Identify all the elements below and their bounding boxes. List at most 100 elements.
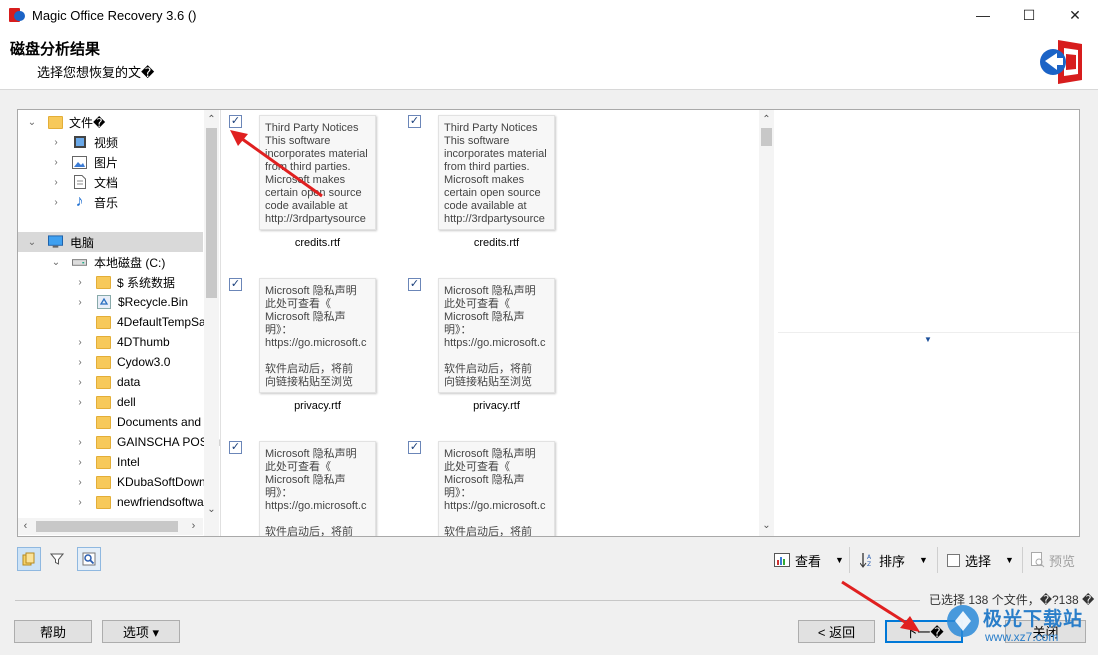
options-button[interactable]: 选项 ▾ [102, 620, 180, 643]
preview-text-line: Microsoft 隐私声明 [265, 448, 357, 460]
tree-item[interactable]: › dell [18, 392, 203, 412]
sort-menu-button[interactable]: AZ 排序 ▼ [860, 547, 928, 573]
preview-button[interactable]: 预览 [1031, 547, 1075, 573]
tree-item[interactable]: › KDubaSoftDownlo [18, 472, 215, 492]
tree-item[interactable]: › GAINSCHA POS Pr [18, 432, 220, 452]
preview-text-line: Microsoft 隐私声 [444, 474, 525, 486]
tree-item[interactable]: › $Recycle.Bin [18, 292, 203, 312]
search-icon [82, 552, 96, 566]
help-button[interactable]: 帮助 [14, 620, 92, 643]
tree-item[interactable]: › 4DThumb [18, 332, 203, 352]
chevron-down-icon[interactable]: ⌄ [26, 117, 38, 128]
file-card[interactable]: ✓ Microsoft 隐私声明 此处可查看《 Microsoft 隐私声 明》： htt… [229, 441, 409, 536]
chevron-right-icon[interactable]: › [74, 377, 86, 388]
chevron-right-icon[interactable]: › [50, 157, 62, 168]
chevron-right-icon[interactable]: › [50, 197, 62, 208]
drive-icon [72, 255, 87, 270]
minimize-button[interactable]: — [960, 0, 1006, 30]
file-thumbnail[interactable]: Microsoft 隐私声明 此处可查看《 Microsoft 隐私声 明》： http… [259, 441, 376, 536]
file-thumbnail[interactable]: Third Party Notices This software incorpor… [438, 115, 555, 230]
chevron-down-icon[interactable]: ⌄ [50, 257, 62, 268]
chevron-right-icon[interactable]: › [74, 437, 86, 448]
chevron-right-icon[interactable]: › [74, 497, 86, 508]
scroll-down-icon[interactable]: ⌄ [204, 502, 219, 517]
app-icon [9, 7, 25, 23]
chevron-right-icon[interactable]: › [74, 297, 86, 308]
file-checkbox[interactable]: ✓ [229, 441, 242, 454]
file-thumbnail[interactable]: Microsoft 隐私声明 此处可查看《 Microsoft 隐私声 明》： http… [259, 278, 376, 393]
tree-item[interactable]: ⌄ 文件� [18, 112, 203, 132]
scroll-right-icon[interactable]: › [186, 518, 201, 535]
file-thumbnail-grid: ✓ Third Party Notices This software incorpo… [222, 110, 759, 536]
scroll-thumb[interactable] [206, 128, 217, 298]
chevron-right-icon[interactable]: › [74, 357, 86, 368]
select-menu-button[interactable]: 选择 ▼ [947, 547, 1014, 573]
back-button[interactable]: < 返回 [798, 620, 875, 643]
grid-vertical-scrollbar[interactable]: ⌃ ⌄ [759, 110, 774, 536]
tree-horizontal-scrollbar[interactable]: ‹ › [18, 518, 203, 535]
tree-item[interactable]: › data [18, 372, 203, 392]
window-title: Magic Office Recovery 3.6 () [32, 7, 197, 23]
maximize-button[interactable]: ☐ [1006, 0, 1052, 30]
chevron-down-icon[interactable]: ⌄ [26, 237, 38, 248]
dropdown-arrow-icon: ▼ [1005, 555, 1014, 565]
chevron-right-icon[interactable]: › [74, 457, 86, 468]
scroll-down-icon[interactable]: ⌄ [759, 518, 774, 533]
file-thumbnail[interactable]: Microsoft 隐私声明 此处可查看《 Microsoft 隐私声 明》： http… [438, 441, 555, 536]
tree-item[interactable]: › 图片 [18, 152, 203, 172]
splitter-icon[interactable]: ▼ [924, 335, 932, 344]
tree-item[interactable]: ⌄ 本地磁盘 (C:) [18, 252, 203, 272]
tree-item[interactable]: › ♪ 音乐 [18, 192, 203, 212]
file-checkbox[interactable]: ✓ [229, 278, 242, 291]
file-card[interactable]: ✓ Microsoft 隐私声明 此处可查看《 Microsoft 隐私声 明》： htt… [408, 441, 588, 536]
scroll-up-icon[interactable]: ⌃ [759, 112, 774, 127]
file-checkbox[interactable]: ✓ [408, 115, 421, 128]
file-checkbox[interactable]: ✓ [408, 441, 421, 454]
tree-item[interactable]: › $ 系统数据 [18, 272, 203, 292]
chevron-right-icon[interactable]: › [74, 337, 86, 348]
file-thumbnail[interactable]: Microsoft 隐私声明 此处可查看《 Microsoft 隐私声 明》： http… [438, 278, 555, 393]
file-checkbox[interactable]: ✓ [408, 278, 421, 291]
tree-vertical-scrollbar[interactable]: ⌃ ⌄ [204, 110, 219, 536]
file-card[interactable]: ✓ Microsoft 隐私声明 此处可查看《 Microsoft 隐私声 明》： htt… [408, 278, 588, 438]
chevron-right-icon[interactable]: › [74, 477, 86, 488]
tree-item[interactable]: › 文档 [18, 172, 203, 192]
image-icon [72, 155, 87, 170]
tree-item[interactable]: › Cydow3.0 [18, 352, 203, 372]
tree-item[interactable]: › Intel [18, 452, 203, 472]
preview-text-line: Third Party Notices [444, 122, 538, 134]
search-button[interactable] [77, 547, 101, 571]
scroll-thumb[interactable] [761, 128, 772, 146]
file-card[interactable]: ✓ Third Party Notices This software incorpo… [229, 115, 409, 275]
preview-text-line: 此处可查看《 [265, 298, 331, 310]
preview-text-line: 此处可查看《 [444, 298, 510, 310]
tree-item[interactable]: 4DefaultTempSave [18, 312, 218, 332]
folder-tree[interactable]: ⌄ 文件� › 视频 › 图片 › 文档 › ♪ 音乐 ⌄ 电脑 ⌄ 本地磁盘 (C:) › $ 系统数据 › $R… [18, 110, 221, 536]
preview-text-line: incorporates material [444, 148, 547, 160]
close-window-button[interactable]: ✕ [1052, 0, 1098, 30]
select-label: 选择 [965, 553, 992, 569]
chevron-right-icon[interactable]: › [74, 277, 86, 288]
chevron-right-icon[interactable]: › [50, 137, 62, 148]
dropdown-arrow-icon: ▼ [835, 555, 844, 565]
folder-icon [96, 395, 111, 409]
preview-text-line: 明》： [444, 487, 472, 499]
view-menu-button[interactable]: 查看 ▼ [774, 547, 844, 573]
filter-button[interactable] [45, 547, 69, 571]
chevron-right-icon[interactable]: › [50, 177, 62, 188]
file-checkbox[interactable]: ✓ [229, 115, 242, 128]
tree-item[interactable]: ⌄ 电脑 [18, 232, 203, 252]
chevron-right-icon[interactable]: › [74, 397, 86, 408]
thumbnail-view-button[interactable] [17, 547, 41, 571]
file-card[interactable]: ✓ Third Party Notices This software incorpo… [408, 115, 588, 275]
scroll-up-icon[interactable]: ⌃ [204, 112, 219, 127]
file-card[interactable]: ✓ Microsoft 隐私声明 此处可查看《 Microsoft 隐私声 明》： htt… [229, 278, 409, 438]
tree-item[interactable]: Documents and Se [18, 412, 219, 432]
preview-text-line: Microsoft 隐私声 [265, 474, 346, 486]
tree-item[interactable]: › newfriendsoftware [18, 492, 214, 512]
scroll-left-icon[interactable]: ‹ [18, 518, 33, 535]
video-icon [72, 135, 87, 150]
file-thumbnail[interactable]: Third Party Notices This software incorpor… [259, 115, 376, 230]
scroll-thumb[interactable] [36, 521, 178, 532]
tree-item[interactable]: › 视频 [18, 132, 203, 152]
